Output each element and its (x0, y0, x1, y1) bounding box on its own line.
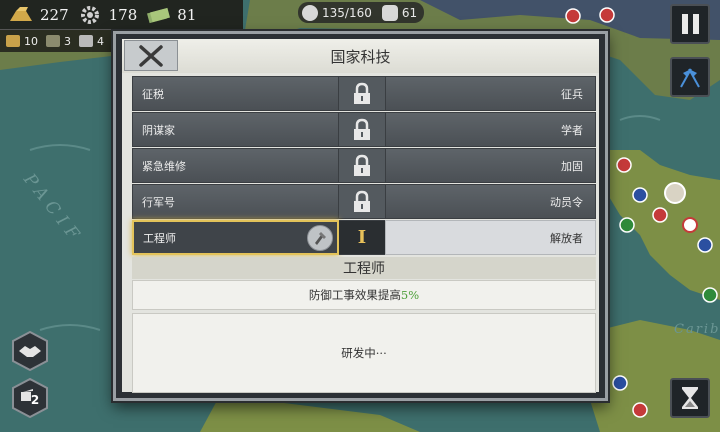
gold-count: 227 (40, 5, 69, 24)
medal-icon (381, 4, 398, 21)
tech-row: 征税 征兵 (132, 76, 596, 111)
tech-lock (339, 184, 385, 219)
close-icon (139, 44, 163, 67)
tech-list: 征税 征兵 阴谋家 学者 紧急维修 加固 行军号 动员令 工程师 I 解放者 (132, 76, 596, 256)
gold-bars-icon (8, 5, 34, 25)
shell-count: 3 (64, 34, 71, 48)
lock-icon (354, 82, 370, 104)
tech-option-left[interactable]: 紧急维修 (132, 148, 339, 183)
money-resource[interactable]: 81 (145, 5, 196, 25)
handshake-icon (19, 346, 41, 357)
research-icon (307, 224, 333, 251)
sea-label: Carib (674, 322, 720, 337)
tech-label: 紧急维修 (142, 159, 186, 173)
wrench-count: 4 (97, 34, 104, 48)
end-turn-button[interactable] (670, 378, 710, 418)
tech-label: 征税 (142, 87, 164, 101)
tech-label: 解放者 (550, 231, 583, 245)
money-count: 81 (177, 5, 197, 24)
tech-option-right[interactable]: 加固 (385, 148, 596, 183)
tech-row: 阴谋家 学者 (132, 112, 596, 147)
tech-label: 阴谋家 (142, 123, 175, 137)
industry-resource[interactable]: 178 (77, 5, 138, 25)
gear-icon (77, 5, 103, 25)
hourglass-icon (682, 387, 698, 409)
tech-option-left[interactable]: 征税 (132, 76, 339, 111)
effect-text: 防御工事效果提高 (308, 288, 401, 302)
build-button[interactable]: 2 (10, 378, 50, 418)
wrench-icon (79, 35, 93, 47)
gold-resource[interactable]: 227 (8, 5, 69, 25)
tech-label: 征兵 (561, 87, 583, 101)
population-icon (302, 4, 318, 21)
banknotes-icon (145, 5, 171, 25)
tech-option-right[interactable]: 学者 (385, 112, 596, 147)
lock-icon (354, 154, 370, 176)
tech-lock (339, 112, 385, 147)
population-bar[interactable]: 135/160 61 (298, 2, 424, 23)
tech-effect: 防御工事效果提高 5% (132, 280, 596, 310)
pause-button[interactable] (670, 4, 710, 44)
lock-icon (354, 190, 370, 212)
dialog-body: 国家科技 征税 征兵 阴谋家 学者 紧急维修 加固 行军号 动员令 工程师 I … (122, 39, 599, 393)
tech-option-left[interactable]: 阴谋家 (132, 112, 339, 147)
medal-count: 61 (401, 5, 418, 20)
build-count: 2 (30, 393, 40, 407)
army-button[interactable] (670, 57, 710, 97)
close-button[interactable] (124, 40, 178, 71)
crossed-flags-icon (680, 68, 700, 88)
pause-icon (681, 14, 688, 34)
tank-icon (6, 35, 20, 47)
population-count: 135/160 (322, 5, 372, 20)
tech-lock (339, 148, 385, 183)
status-text: 研发中··· (341, 346, 387, 360)
diplomacy-button[interactable] (10, 331, 50, 371)
tech-label: 工程师 (143, 231, 176, 245)
tech-row: 行军号 动员令 (132, 184, 596, 219)
industry-count: 178 (108, 5, 138, 24)
resource-bar: 227 178 81 (0, 0, 243, 30)
tech-level-value: I (357, 227, 367, 248)
dialog-title: 国家科技 (330, 47, 391, 66)
tech-lock (339, 76, 385, 111)
tech-label: 学者 (561, 123, 583, 137)
dialog-title-bar: 国家科技 (122, 39, 599, 73)
tech-label: 行军号 (142, 195, 175, 209)
national-tech-dialog: 国家科技 征税 征兵 阴谋家 学者 紧急维修 加固 行军号 动员令 工程师 I … (113, 31, 608, 401)
tech-detail-title: 工程师 (132, 257, 596, 279)
tank-count: 10 (24, 34, 38, 48)
tech-row-selected: 工程师 I 解放者 (132, 220, 596, 255)
effect-value: 5% (400, 288, 420, 302)
tech-option-right[interactable]: 解放者 (385, 220, 596, 255)
tech-row: 紧急维修 加固 (132, 148, 596, 183)
tech-option-left[interactable]: 行军号 (132, 184, 339, 219)
tech-option-right[interactable]: 动员令 (385, 184, 596, 219)
tech-option-right[interactable]: 征兵 (385, 76, 596, 111)
secondary-resource-bar: 10 3 4 (0, 30, 118, 52)
tech-label: 加固 (561, 159, 583, 173)
lock-icon (354, 118, 370, 140)
research-status: 研发中··· (132, 313, 596, 393)
tech-level: I (339, 220, 385, 255)
tech-label: 动员令 (550, 195, 583, 209)
shell-icon (46, 35, 60, 47)
tech-option-left-selected[interactable]: 工程师 (132, 220, 339, 255)
